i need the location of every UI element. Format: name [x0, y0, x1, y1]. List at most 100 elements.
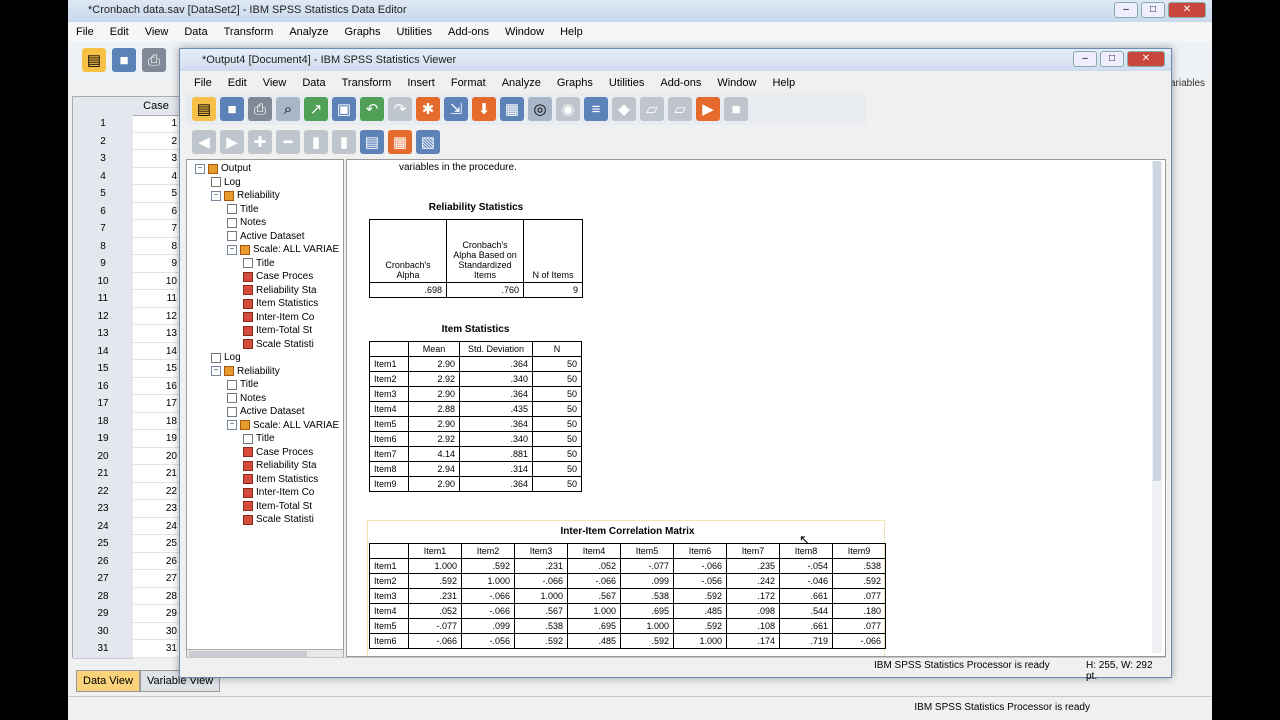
case-cell[interactable]: 5	[133, 185, 179, 203]
menu-data[interactable]: Data	[176, 26, 215, 38]
row-header[interactable]: 31	[73, 640, 133, 659]
collapse-toggle-icon[interactable]: −	[211, 190, 221, 201]
save-icon[interactable]: ■	[220, 97, 244, 121]
content-scroll-thumb[interactable]	[1153, 161, 1161, 481]
menu-format[interactable]: Format	[443, 77, 494, 89]
hide-icon[interactable]: ▮	[332, 130, 356, 154]
row-header[interactable]: 16	[73, 377, 133, 396]
spell-check-icon[interactable]: ≡	[584, 97, 608, 121]
row-header[interactable]: 21	[73, 465, 133, 484]
case-cell[interactable]: 1	[133, 115, 179, 133]
case-cell[interactable]: 18	[133, 413, 179, 430]
output-content-pane[interactable]: variables in the procedure. Reliability …	[346, 159, 1166, 657]
goto-case-icon[interactable]: ⇲	[444, 97, 468, 121]
row-header[interactable]: 9	[73, 255, 133, 274]
case-cell[interactable]: 15	[133, 360, 179, 378]
row-header[interactable]: 2	[73, 132, 133, 151]
case-cell[interactable]: 14	[133, 343, 179, 360]
case-cell[interactable]: 27	[133, 570, 179, 588]
run-script-icon[interactable]: ▶	[696, 97, 720, 121]
case-cell[interactable]: 6	[133, 203, 179, 220]
case-cell[interactable]: 7	[133, 220, 179, 238]
case-cell[interactable]: 21	[133, 465, 179, 483]
row-header[interactable]: 29	[73, 605, 133, 624]
outline-node[interactable]: Active Dataset	[227, 405, 304, 418]
case-cell[interactable]: 12	[133, 308, 179, 325]
case-cell[interactable]: 26	[133, 553, 179, 570]
outline-node[interactable]: Notes	[227, 216, 266, 229]
minimize-button[interactable]: –	[1073, 51, 1097, 67]
menu-help[interactable]: Help	[552, 26, 591, 38]
case-cell[interactable]: 2	[133, 133, 179, 150]
row-header[interactable]: 30	[73, 622, 133, 641]
case-cell[interactable]: 20	[133, 448, 179, 465]
script-icon[interactable]: ▱	[640, 97, 664, 121]
outline-node[interactable]: Case Proces	[243, 446, 313, 459]
menu-view[interactable]: View	[137, 26, 177, 38]
outline-node[interactable]: Item-Total St	[243, 324, 312, 337]
row-header[interactable]: 4	[73, 167, 133, 186]
data-grid[interactable]: Case 1 1 2 2 3 3 4 4 5 5 6 6 7 7 8 8 9 9 10 10 11 11 12 12 13 13 1…	[72, 96, 182, 659]
outline-node[interactable]: Active Dataset	[227, 230, 304, 243]
collapse-toggle-icon[interactable]: −	[227, 420, 237, 430]
row-header[interactable]: 12	[73, 307, 133, 326]
row-header[interactable]: 24	[73, 517, 133, 536]
case-cell[interactable]: 31	[133, 640, 179, 658]
row-header[interactable]: 14	[73, 342, 133, 361]
insert-title-icon[interactable]: ▦	[388, 130, 412, 154]
outline-node[interactable]: Case Proces	[243, 270, 313, 283]
row-header[interactable]: 10	[73, 272, 133, 291]
outline-node[interactable]: Log	[211, 351, 241, 364]
case-cell[interactable]: 22	[133, 483, 179, 500]
minimize-button[interactable]: –	[1114, 2, 1138, 18]
outline-node[interactable]: − Scale: ALL VARIAE	[227, 243, 339, 256]
undo-icon[interactable]: ↶	[360, 97, 384, 121]
menu-edit[interactable]: Edit	[220, 77, 255, 89]
menu-analyze[interactable]: Analyze	[494, 77, 549, 89]
save-icon[interactable]: ■	[112, 48, 136, 72]
redo-icon[interactable]: ↷	[388, 97, 412, 121]
variables-icon[interactable]: ▦	[500, 97, 524, 121]
outline-node[interactable]: − Reliability	[211, 189, 280, 202]
collapse-toggle-icon[interactable]: −	[227, 244, 237, 255]
menu-utilities[interactable]: Utilities	[601, 77, 652, 89]
show-all-variables-icon[interactable]: ◉	[556, 97, 580, 121]
row-header[interactable]: 5	[73, 185, 133, 204]
close-button[interactable]: ✕	[1168, 2, 1206, 18]
menu-addons[interactable]: Add-ons	[652, 77, 709, 89]
maximize-button[interactable]: □	[1141, 2, 1165, 18]
row-header[interactable]: 15	[73, 360, 133, 379]
tab-data-view[interactable]: Data View	[76, 670, 140, 692]
print-icon[interactable]: ⎙	[142, 48, 166, 72]
menu-transform[interactable]: Transform	[216, 26, 282, 38]
case-cell[interactable]: 16	[133, 378, 179, 395]
menu-edit[interactable]: Edit	[102, 26, 137, 38]
row-header[interactable]: 26	[73, 552, 133, 571]
row-header[interactable]: 22	[73, 482, 133, 501]
case-cell[interactable]: 28	[133, 588, 179, 605]
collapse-minus-icon[interactable]: ━	[276, 130, 300, 154]
row-header[interactable]: 13	[73, 325, 133, 344]
open-folder-icon[interactable]: ▤	[82, 48, 106, 72]
menu-data[interactable]: Data	[294, 77, 333, 89]
outline-node[interactable]: Inter-Item Co	[243, 486, 314, 499]
outline-node[interactable]: Item Statistics	[243, 297, 318, 310]
print-preview-icon[interactable]: ⌕	[276, 97, 300, 121]
content-vertical-scrollbar[interactable]	[1152, 161, 1162, 653]
menu-file[interactable]: File	[68, 26, 102, 38]
case-cell[interactable]: 24	[133, 518, 179, 535]
outline-node[interactable]: Reliability Sta	[243, 284, 317, 297]
case-column-header[interactable]: Case	[133, 97, 179, 116]
outline-node[interactable]: Title	[227, 378, 259, 391]
goto-data-icon[interactable]: ✱	[416, 97, 440, 121]
collapse-toggle-icon[interactable]: −	[211, 366, 221, 376]
show-icon[interactable]: ▮	[304, 130, 328, 154]
outline-node[interactable]: − Scale: ALL VARIAE	[227, 419, 339, 432]
row-header[interactable]: 23	[73, 500, 133, 519]
case-cell[interactable]: 3	[133, 150, 179, 168]
menu-transform[interactable]: Transform	[334, 77, 400, 89]
menu-analyze[interactable]: Analyze	[281, 26, 336, 38]
outline-node[interactable]: Inter-Item Co	[243, 311, 314, 324]
collapse-toggle-icon[interactable]: −	[195, 163, 205, 174]
outline-node[interactable]: Title	[227, 203, 259, 216]
